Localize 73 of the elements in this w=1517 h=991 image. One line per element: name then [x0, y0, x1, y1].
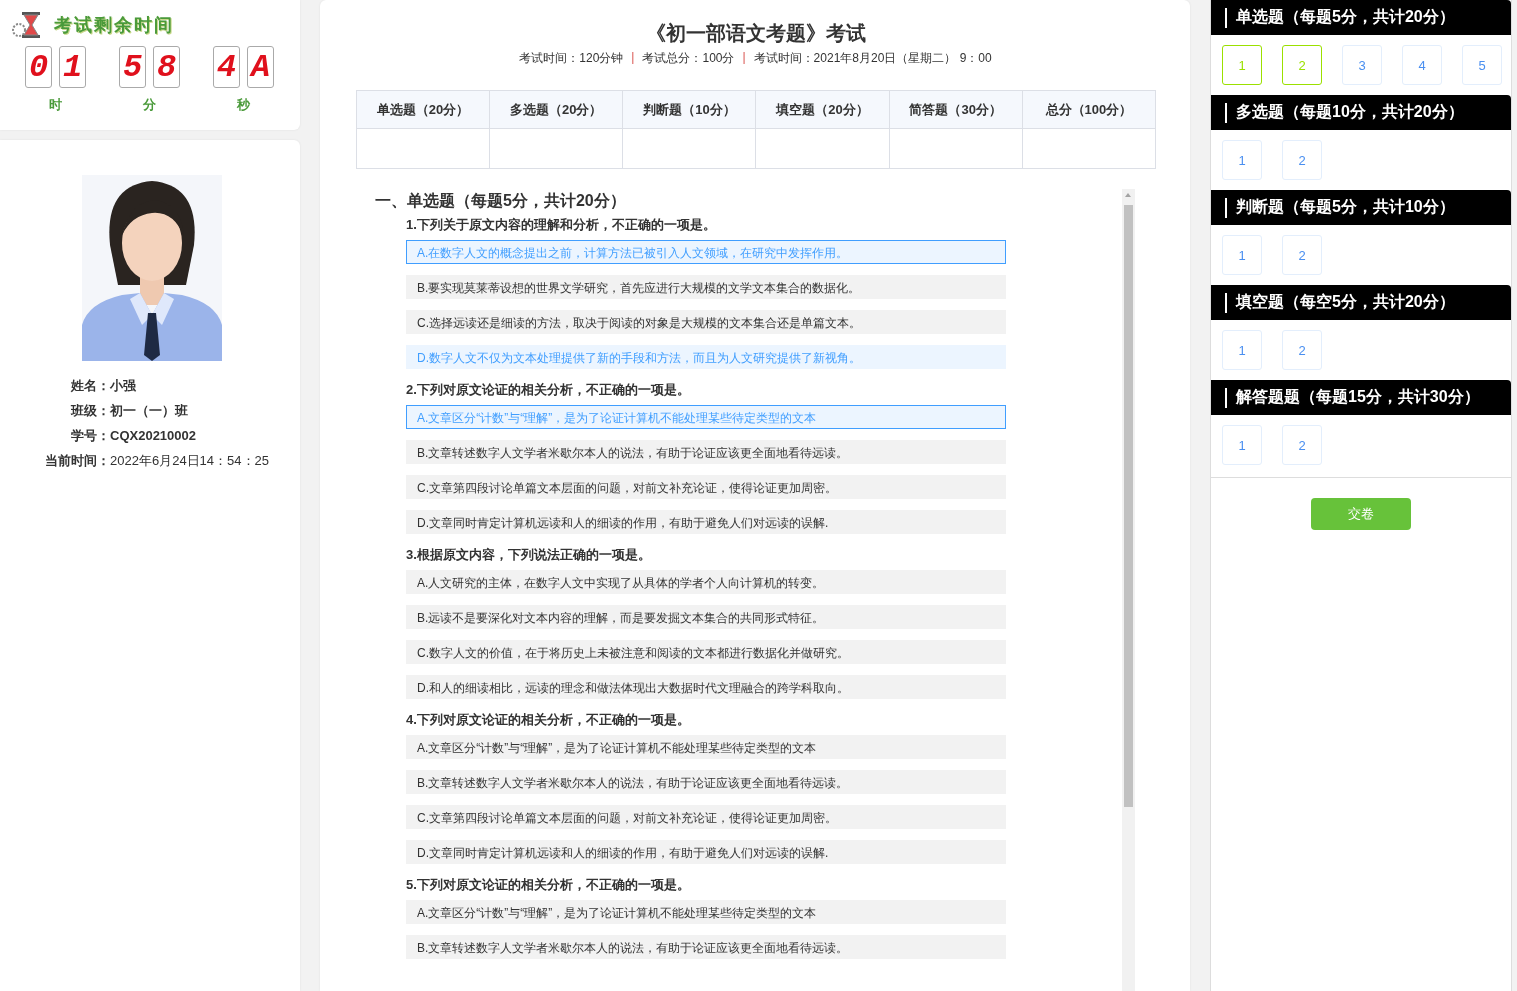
time-unit: 时: [49, 96, 62, 114]
column-header: 多选题（20分）: [489, 90, 623, 129]
field-label: 班级：: [69, 402, 110, 419]
timer-title: 考试剩余时间: [54, 13, 174, 37]
question-number[interactable]: 2: [1282, 140, 1322, 180]
time-unit: 分: [143, 96, 156, 114]
answer-option[interactable]: B.文章转述数字人文学者米歇尔本人的说法，有助于论证应该更全面地看待远读。: [406, 935, 1006, 959]
field-value: 小强: [110, 377, 137, 394]
answer-option[interactable]: C.文章第四段讨论单篇文本层面的问题，对前文补充论证，使得论证更加周密。: [406, 805, 1006, 829]
answer-option[interactable]: B.文章转述数字人文学者米歇尔本人的说法，有助于论证应该更全面地看待远读。: [406, 440, 1006, 464]
exam-info: 考试时间：2021年8月20日（星期二） 9：00: [753, 50, 992, 67]
group-title: 填空题（每空5分，共计20分）: [1236, 292, 1455, 312]
question-number[interactable]: 2: [1282, 330, 1322, 370]
group-title: 单选题（每题5分，共计20分）: [1236, 7, 1455, 27]
column-header: 简答题（30分）: [889, 90, 1023, 129]
separator: |: [631, 50, 635, 66]
question-text: 1.下列关于原文内容的理解和分析，不正确的一项是。: [406, 217, 717, 233]
answer-option[interactable]: A.文章区分“计数”与“理解”，是为了论证计算机不能处理某些待定类型的文本: [406, 900, 1006, 924]
field-label: 学号：: [70, 427, 110, 444]
answer-option[interactable]: D.数字人文不仅为文本处理提供了新的手段和方法，而且为人文研究提供了新视角。: [406, 345, 1006, 369]
answer-option[interactable]: B.远读不是要深化对文本内容的理解，而是要发掘文本集合的共同形式特征。: [406, 605, 1006, 629]
field-label: 当前时间：: [44, 452, 110, 469]
timer-digit: 8: [153, 46, 180, 88]
question-number[interactable]: 1: [1222, 425, 1262, 465]
time-unit: 秒: [237, 96, 250, 114]
question-number[interactable]: 4: [1402, 45, 1442, 85]
question-text: 2.下列对原文论证的相关分析，不正确的一项是。: [406, 382, 691, 398]
group-title: 多选题（每题10分，共计20分）: [1236, 102, 1464, 122]
timer-digit: A: [247, 46, 274, 88]
group-title: 解答题题（每题15分，共计30分）: [1236, 387, 1480, 407]
column-header: 单选题（20分）: [356, 90, 490, 129]
question-number[interactable]: 2: [1282, 425, 1322, 465]
field-label: 姓名：: [70, 377, 110, 394]
timer-digit: 4: [213, 46, 240, 88]
question-number[interactable]: 1: [1222, 235, 1262, 275]
question-number[interactable]: 5: [1462, 45, 1502, 85]
question-text: 3.根据原文内容，下列说法正确的一项是。: [406, 547, 652, 563]
answer-option[interactable]: A.文章区分“计数”与“理解”，是为了论证计算机不能处理某些待定类型的文本: [406, 405, 1006, 429]
column-header: 填空题（20分）: [755, 90, 890, 129]
exam-info: 考试时间：120分钟: [519, 50, 624, 67]
column-header: 总分（100分）: [1022, 90, 1156, 129]
answer-option[interactable]: C.数字人文的价值，在于将历史上未被注意和阅读的文本都进行数据化并做研究。: [406, 640, 1006, 664]
answer-option[interactable]: C.选择远读还是细读的方法，取决于阅读的对象是大规模的文本集合还是单篇文本。: [406, 310, 1006, 334]
answer-option[interactable]: B.文章转述数字人文学者米歇尔本人的说法，有助于论证应该更全面地看待远读。: [406, 770, 1006, 794]
separator: |: [742, 50, 746, 66]
field-value: CQX20210002: [110, 427, 197, 444]
field-value: 初一（一）班: [110, 402, 189, 419]
timer-digit: 1: [59, 46, 86, 88]
section-heading: 一、单选题（每题5分，共计20分）: [375, 191, 627, 211]
answer-option[interactable]: A.文章区分“计数”与“理解”，是为了论证计算机不能处理某些待定类型的文本: [406, 735, 1006, 759]
group-title: 判断题（每题5分，共计10分）: [1236, 197, 1455, 217]
field-value: 2022年6月24日14：54：25: [110, 452, 270, 469]
answer-option[interactable]: A.人文研究的主体，在数字人文中实现了从具体的学者个人向计算机的转变。: [406, 570, 1006, 594]
question-number[interactable]: 1: [1222, 140, 1262, 180]
question-number[interactable]: 2: [1282, 235, 1322, 275]
answer-option[interactable]: C.文章第四段讨论单篇文本层面的问题，对前文补充论证，使得论证更加周密。: [406, 475, 1006, 499]
question-text: 5.下列对原文论证的相关分析，不正确的一项是。: [406, 877, 691, 893]
question-text: 4.下列对原文论证的相关分析，不正确的一项是。: [406, 712, 691, 728]
question-number[interactable]: 1: [1222, 330, 1262, 370]
scrollbar[interactable]: [1122, 189, 1135, 991]
answer-option[interactable]: D.文章同时肯定计算机远读和人的细读的作用，有助于避免人们对远读的误解.: [406, 510, 1006, 534]
answer-option[interactable]: B.要实现莫莱蒂设想的世界文学研究，首先应进行大规模的文学文本集合的数据化。: [406, 275, 1006, 299]
timer-digit: 5: [119, 46, 146, 88]
question-number[interactable]: 3: [1342, 45, 1382, 85]
column-header: 判断题（10分）: [622, 90, 756, 129]
answer-option[interactable]: A.在数字人文的概念提出之前，计算方法已被引入人文领域，在研究中发挥作用。: [406, 240, 1006, 264]
answer-option[interactable]: D.文章同时肯定计算机远读和人的细读的作用，有助于避免人们对远读的误解.: [406, 840, 1006, 864]
submit-button[interactable]: 交卷: [1311, 498, 1411, 530]
hourglass-icon: [12, 11, 42, 39]
exam-info: 考试总分：100分: [642, 50, 735, 67]
exam-title: 《初一部语文考题》考试: [644, 21, 867, 46]
answer-option[interactable]: D.和人的细读相比，远读的理念和做法体现出大数据时代文理融合的跨学科取向。: [406, 675, 1006, 699]
timer-digit: 0: [25, 46, 52, 88]
